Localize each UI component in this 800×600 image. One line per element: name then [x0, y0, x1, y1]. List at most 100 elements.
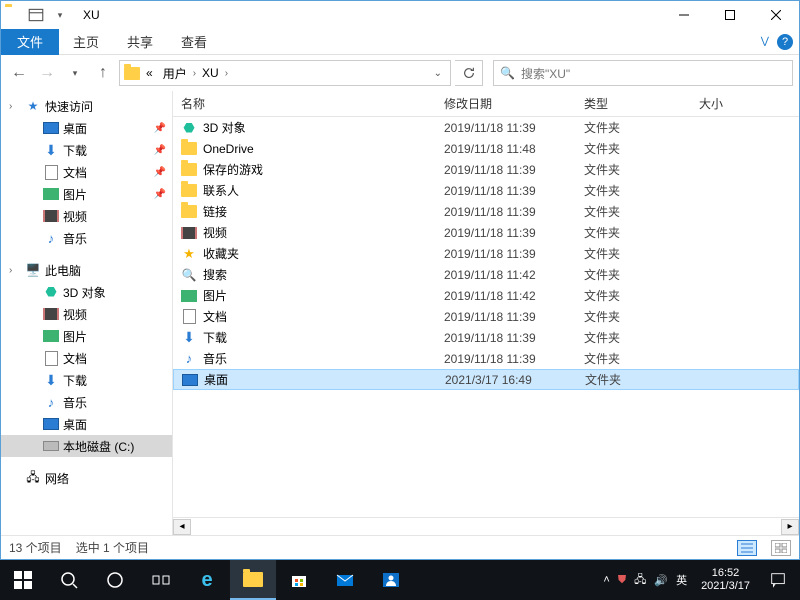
file-row[interactable]: OneDrive2019/11/18 11:48文件夹: [173, 138, 799, 159]
navigation-bar: ← → ▾ ↑ « 用户 › XU › ⌄ 🔍 搜索"XU": [1, 55, 799, 91]
sidebar-item[interactable]: ⬣3D 对象: [1, 281, 172, 303]
sidebar-item-label: 3D 对象: [63, 284, 172, 301]
file-row[interactable]: 桌面2021/3/17 16:49文件夹: [173, 369, 799, 390]
search-placeholder: 搜索"XU": [521, 65, 570, 82]
sidebar-item[interactable]: 视频: [1, 303, 172, 325]
refresh-button[interactable]: [455, 60, 483, 86]
col-size[interactable]: 大小: [691, 95, 771, 112]
up-button[interactable]: ↑: [91, 61, 115, 85]
store-button[interactable]: [276, 560, 322, 600]
qat-open-icon[interactable]: [27, 6, 45, 24]
cortana-button[interactable]: [92, 560, 138, 600]
address-bar[interactable]: « 用户 › XU › ⌄: [119, 60, 451, 86]
maximize-button[interactable]: [707, 1, 753, 29]
sidebar-item[interactable]: 图片: [1, 325, 172, 347]
action-center-button[interactable]: [758, 560, 798, 600]
sidebar-item[interactable]: 桌面📌: [1, 117, 172, 139]
chevron-right-icon: ›: [193, 68, 196, 79]
file-row[interactable]: 联系人2019/11/18 11:39文件夹: [173, 180, 799, 201]
file-row[interactable]: 链接2019/11/18 11:39文件夹: [173, 201, 799, 222]
file-row[interactable]: ♪音乐2019/11/18 11:39文件夹: [173, 348, 799, 369]
scroll-left-icon[interactable]: ◂: [173, 519, 191, 535]
horizontal-scrollbar[interactable]: ◂ ▸: [173, 517, 799, 535]
sidebar-item[interactable]: 视频: [1, 205, 172, 227]
file-row[interactable]: ⬇下载2019/11/18 11:39文件夹: [173, 327, 799, 348]
taskbar-search-button[interactable]: [46, 560, 92, 600]
ribbon-expand-icon[interactable]: ⋁: [761, 36, 769, 47]
mail-button[interactable]: [322, 560, 368, 600]
help-icon[interactable]: ?: [777, 34, 793, 50]
sidebar-item[interactable]: ♪音乐: [1, 391, 172, 413]
tray-network-icon[interactable]: 🖧: [634, 571, 646, 590]
tray-volume-icon[interactable]: 🔊: [654, 574, 668, 587]
file-row[interactable]: ★收藏夹2019/11/18 11:39文件夹: [173, 243, 799, 264]
search-input[interactable]: 🔍 搜索"XU": [493, 60, 793, 86]
forward-button[interactable]: →: [35, 61, 59, 85]
sidebar-quick-access[interactable]: › ★ 快速访问: [1, 95, 172, 117]
file-row[interactable]: 图片2019/11/18 11:42文件夹: [173, 285, 799, 306]
recent-dropdown-icon[interactable]: ▾: [63, 61, 87, 85]
details-view-button[interactable]: [737, 540, 757, 556]
sidebar-item[interactable]: ⬇下载📌: [1, 139, 172, 161]
scroll-right-icon[interactable]: ▸: [781, 519, 799, 535]
column-headers: 名称 修改日期 类型 大小: [173, 91, 799, 117]
picture-icon: [43, 328, 59, 344]
sidebar-item[interactable]: ⬇下载: [1, 369, 172, 391]
status-selected: 选中 1 个项目: [76, 539, 149, 556]
file-explorer-button[interactable]: [230, 560, 276, 600]
sidebar-item[interactable]: 图片📌: [1, 183, 172, 205]
tab-share[interactable]: 共享: [113, 29, 167, 55]
col-type[interactable]: 类型: [576, 95, 691, 112]
sidebar-item[interactable]: ♪音乐: [1, 227, 172, 249]
tray-ime[interactable]: 英: [676, 572, 687, 588]
close-button[interactable]: [753, 1, 799, 29]
sidebar-this-pc[interactable]: › 🖥️ 此电脑: [1, 259, 172, 281]
minimize-button[interactable]: [661, 1, 707, 29]
sidebar-item[interactable]: 文档📌: [1, 161, 172, 183]
col-date[interactable]: 修改日期: [436, 95, 576, 112]
tab-file[interactable]: 文件: [1, 29, 59, 55]
file-row[interactable]: 🔍搜索2019/11/18 11:42文件夹: [173, 264, 799, 285]
tab-home[interactable]: 主页: [59, 29, 113, 55]
people-button[interactable]: [368, 560, 414, 600]
qat-dropdown-icon[interactable]: ▾: [51, 6, 69, 24]
video-icon: [43, 306, 59, 322]
file-name: OneDrive: [203, 142, 254, 156]
folder-icon: [5, 7, 21, 23]
file-date: 2019/11/18 11:39: [436, 205, 576, 219]
file-list[interactable]: ⬣3D 对象2019/11/18 11:39文件夹OneDrive2019/11…: [173, 117, 799, 517]
address-dropdown-icon[interactable]: ⌄: [430, 68, 446, 79]
file-type: 文件夹: [576, 245, 691, 262]
sidebar-item[interactable]: 本地磁盘 (C:): [1, 435, 172, 457]
sidebar-item[interactable]: 文档: [1, 347, 172, 369]
icons-view-button[interactable]: [771, 540, 791, 556]
file-row[interactable]: 保存的游戏2019/11/18 11:39文件夹: [173, 159, 799, 180]
sidebar-network[interactable]: 🖧 网络: [1, 467, 172, 489]
document-icon: [181, 309, 197, 325]
task-view-button[interactable]: [138, 560, 184, 600]
window-title: XU: [75, 8, 100, 22]
edge-button[interactable]: e: [184, 560, 230, 600]
col-name[interactable]: 名称: [173, 95, 436, 112]
start-button[interactable]: [0, 560, 46, 600]
file-row[interactable]: 视频2019/11/18 11:39文件夹: [173, 222, 799, 243]
music-icon: ♪: [181, 351, 197, 367]
file-row[interactable]: ⬣3D 对象2019/11/18 11:39文件夹: [173, 117, 799, 138]
breadcrumb-xu[interactable]: XU: [198, 66, 223, 80]
back-button[interactable]: ←: [7, 61, 31, 85]
sidebar-item[interactable]: 桌面: [1, 413, 172, 435]
breadcrumb-users[interactable]: 用户: [159, 65, 191, 82]
file-type: 文件夹: [576, 308, 691, 325]
taskbar-clock[interactable]: 16:52 2021/3/17: [701, 567, 750, 593]
file-date: 2019/11/18 11:39: [436, 163, 576, 177]
folder-icon: [181, 204, 197, 220]
file-name: 链接: [203, 203, 227, 220]
file-name: 音乐: [203, 350, 227, 367]
tray-security-icon[interactable]: ⛊: [618, 574, 626, 587]
file-row[interactable]: 文档2019/11/18 11:39文件夹: [173, 306, 799, 327]
tab-view[interactable]: 查看: [167, 29, 221, 55]
tray-overflow-icon[interactable]: ˄: [603, 574, 609, 586]
file-date: 2019/11/18 11:42: [436, 268, 576, 282]
system-tray: ˄ ⛊ 🖧 🔊 英 16:52 2021/3/17: [603, 560, 800, 600]
file-date: 2019/11/18 11:39: [436, 226, 576, 240]
